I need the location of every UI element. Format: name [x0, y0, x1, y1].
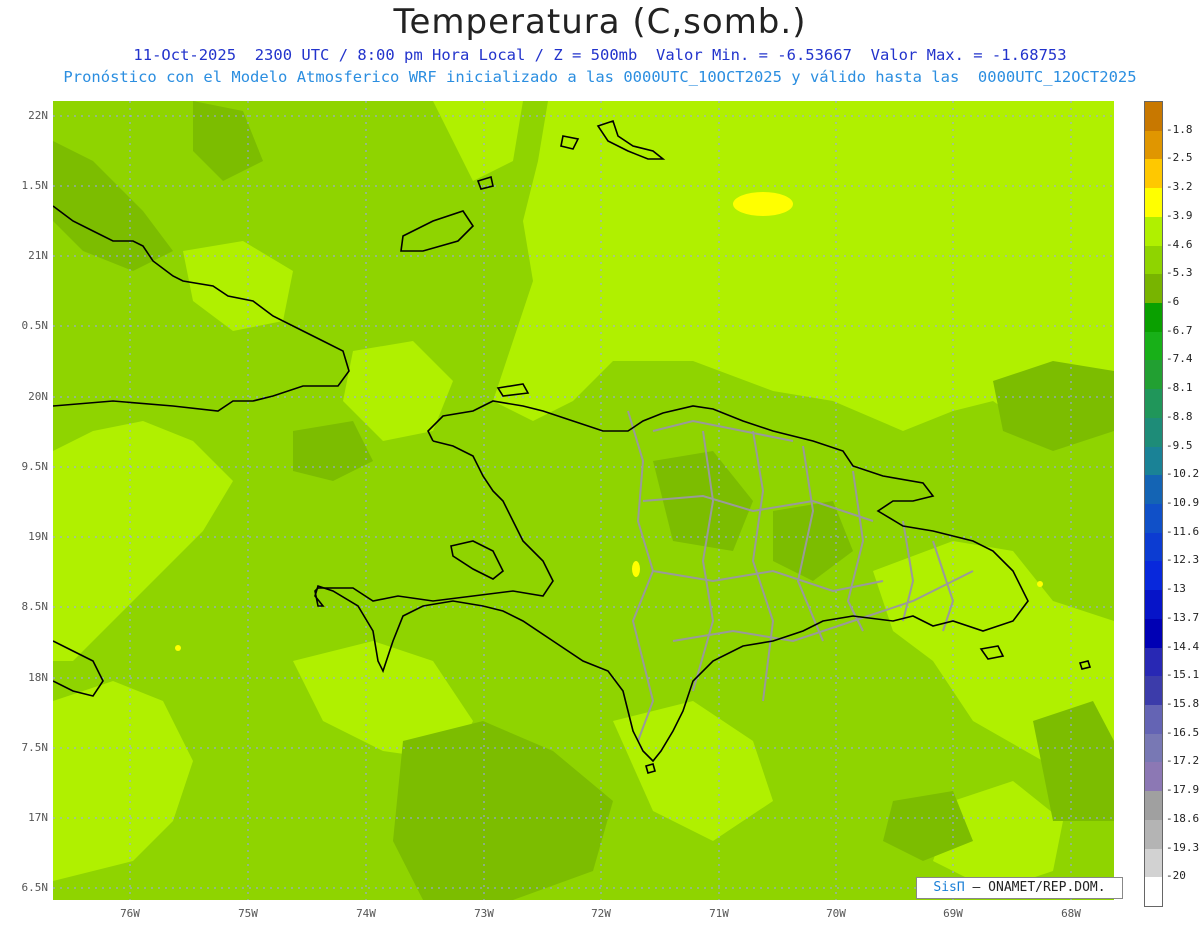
color-scale-label: -5.3 — [1166, 266, 1193, 280]
credit-box: SisΠ – ONAMET/REP.DOM. — [916, 877, 1123, 899]
color-scale-segment — [1145, 159, 1162, 189]
color-scale-label: -11.6 — [1166, 524, 1200, 538]
color-scale-segment — [1145, 216, 1162, 247]
color-scale-segment — [1145, 733, 1162, 763]
color-scale-segment — [1145, 360, 1162, 390]
lon-label: 73W — [474, 907, 494, 920]
lat-label: 20N — [28, 390, 48, 403]
lat-label: 17N — [28, 811, 48, 824]
lat-label: 1.5N — [21, 179, 49, 192]
color-scale-segment — [1145, 705, 1162, 735]
lat-label: 8.5N — [21, 600, 49, 613]
color-scale-label: -3.2 — [1166, 180, 1193, 194]
lat-label: 22N — [28, 109, 48, 122]
lat-label: 7.5N — [21, 741, 49, 754]
lon-label: 70W — [826, 907, 846, 920]
color-scale-label: -9.5 — [1166, 438, 1193, 452]
color-scale-label: -1.8 — [1166, 122, 1193, 136]
color-scale-segment — [1145, 504, 1162, 534]
color-scale-label: -7.4 — [1166, 352, 1193, 366]
color-scale-segment — [1145, 245, 1162, 275]
lat-label: 18N — [28, 671, 48, 684]
lon-label: 74W — [356, 907, 376, 920]
color-scale-segment — [1145, 417, 1162, 448]
color-scale-label: -8.1 — [1166, 381, 1193, 395]
color-scale-segment — [1145, 647, 1162, 677]
color-scale-segment — [1145, 102, 1162, 132]
color-scale-label: -17.9 — [1166, 783, 1200, 797]
lon-label: 69W — [943, 907, 963, 920]
lat-label: 21N — [28, 249, 48, 262]
color-scale-segment — [1145, 331, 1162, 361]
color-scale-label: -13.7 — [1166, 610, 1200, 624]
color-scale-segment — [1145, 130, 1162, 160]
color-scale-label: -3.9 — [1166, 208, 1193, 222]
lon-label: 76W — [120, 907, 140, 920]
map-svg — [53, 101, 1114, 900]
color-scale-segment — [1145, 532, 1162, 562]
color-scale-segment — [1145, 446, 1162, 476]
credit-text: – ONAMET/REP.DOM. — [972, 880, 1106, 895]
color-scale-segment — [1145, 274, 1162, 304]
lat-label: 6.5N — [21, 881, 49, 894]
color-scale-segment — [1145, 475, 1162, 505]
color-scale-segment — [1145, 188, 1162, 218]
color-scale-label: -17.2 — [1166, 754, 1200, 768]
color-scale-segment — [1145, 819, 1162, 850]
sispi-logo: SisΠ — [933, 880, 965, 895]
color-scale-label: -6 — [1166, 295, 1180, 308]
color-scale-label: -14.4 — [1166, 639, 1200, 653]
color-scale-segment — [1145, 791, 1162, 821]
color-scale-label: -20 — [1166, 869, 1186, 883]
color-scale-label: -12.3 — [1166, 553, 1200, 567]
lon-label: 75W — [238, 907, 258, 920]
color-scale-segment — [1145, 590, 1162, 620]
color-scale-segment — [1145, 303, 1162, 333]
color-scale-label: -10.9 — [1166, 496, 1200, 509]
color-scale-label: -18.6 — [1166, 811, 1200, 825]
color-scale-label: -2.5 — [1166, 151, 1193, 165]
color-scale-label: -6.7 — [1166, 323, 1193, 337]
color-scale-label: -10.2 — [1166, 467, 1200, 481]
lon-label: 68W — [1061, 907, 1081, 920]
map-subtitle-model: Pronóstico con el Modelo Atmosferico WRF… — [63, 68, 1137, 86]
lat-label: 9.5N — [21, 460, 49, 473]
lat-label: 19N — [28, 530, 48, 543]
color-scale-bar — [1144, 101, 1163, 907]
color-scale-label: -15.8 — [1166, 697, 1200, 710]
color-scale-segment — [1145, 389, 1162, 419]
color-scale-segment — [1145, 676, 1162, 706]
lon-label: 72W — [591, 907, 611, 920]
color-scale-segment — [1145, 762, 1162, 792]
color-scale-label: -19.3 — [1166, 840, 1200, 854]
color-scale-segment — [1145, 561, 1162, 591]
lat-label: 0.5N — [21, 319, 49, 332]
map-subtitle-time: 11-Oct-2025 2300 UTC / 8:00 pm Hora Loca… — [133, 46, 1067, 64]
color-scale-segment — [1145, 848, 1162, 878]
color-scale-label: -8.8 — [1166, 409, 1193, 423]
lon-label: 71W — [709, 907, 729, 920]
temperature-map[interactable] — [53, 101, 1114, 900]
color-scale-label: -13 — [1166, 582, 1186, 596]
color-scale-label: -15.1 — [1166, 668, 1200, 682]
color-scale-label: -16.5 — [1166, 725, 1200, 739]
map-title: Temperatura (C,somb.) — [393, 2, 807, 42]
color-scale-segment — [1145, 877, 1162, 907]
color-scale-segment — [1145, 618, 1162, 649]
color-scale-label: -4.6 — [1166, 237, 1193, 251]
